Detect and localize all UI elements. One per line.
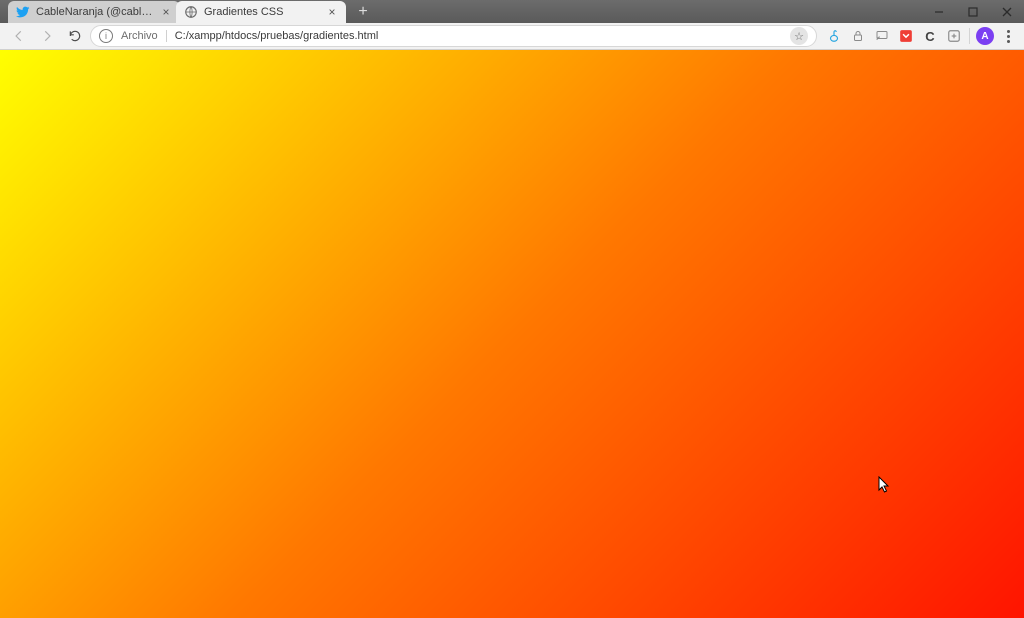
url-scheme-label: Archivo bbox=[121, 30, 167, 42]
extension-icon[interactable] bbox=[945, 27, 963, 45]
separator bbox=[969, 28, 970, 44]
close-icon[interactable]: × bbox=[160, 6, 172, 18]
tab-title: Gradientes CSS bbox=[204, 6, 320, 18]
bookmark-star-icon[interactable]: ☆ bbox=[790, 27, 808, 45]
mouse-cursor-icon bbox=[878, 476, 890, 494]
profile-avatar[interactable]: A bbox=[976, 27, 994, 45]
new-tab-button[interactable]: + bbox=[352, 2, 374, 22]
lock-icon[interactable] bbox=[849, 27, 867, 45]
browser-titlebar: CableNaranja (@cablenaranja7) · × Gradie… bbox=[0, 0, 1024, 23]
forward-button[interactable] bbox=[34, 25, 60, 47]
maximize-button[interactable] bbox=[956, 0, 990, 23]
pocket-icon[interactable] bbox=[897, 27, 915, 45]
avatar-letter: A bbox=[981, 31, 988, 42]
twitter-icon bbox=[16, 5, 30, 19]
browser-toolbar: i Archivo C:/xampp/htdocs/pruebas/gradie… bbox=[0, 23, 1024, 50]
close-icon[interactable]: × bbox=[326, 6, 338, 18]
globe-icon bbox=[184, 5, 198, 19]
url-path: C:/xampp/htdocs/pruebas/gradientes.html bbox=[175, 30, 782, 42]
tab-title: CableNaranja (@cablenaranja7) · bbox=[36, 6, 154, 18]
extension-icons: C A bbox=[819, 27, 1018, 45]
window-controls bbox=[922, 0, 1024, 23]
page-viewport bbox=[0, 50, 1024, 618]
minimize-button[interactable] bbox=[922, 0, 956, 23]
site-info-icon[interactable]: i bbox=[99, 29, 113, 43]
address-bar[interactable]: i Archivo C:/xampp/htdocs/pruebas/gradie… bbox=[90, 25, 817, 47]
tab-inactive[interactable]: CableNaranja (@cablenaranja7) · × bbox=[8, 1, 180, 23]
cast-icon[interactable] bbox=[873, 27, 891, 45]
back-button[interactable] bbox=[6, 25, 32, 47]
kebab-menu-icon[interactable] bbox=[1000, 30, 1016, 43]
tab-active[interactable]: Gradientes CSS × bbox=[176, 1, 346, 23]
extension-icon[interactable] bbox=[825, 27, 843, 45]
close-window-button[interactable] bbox=[990, 0, 1024, 23]
reload-button[interactable] bbox=[62, 25, 88, 47]
extension-icon[interactable]: C bbox=[921, 27, 939, 45]
